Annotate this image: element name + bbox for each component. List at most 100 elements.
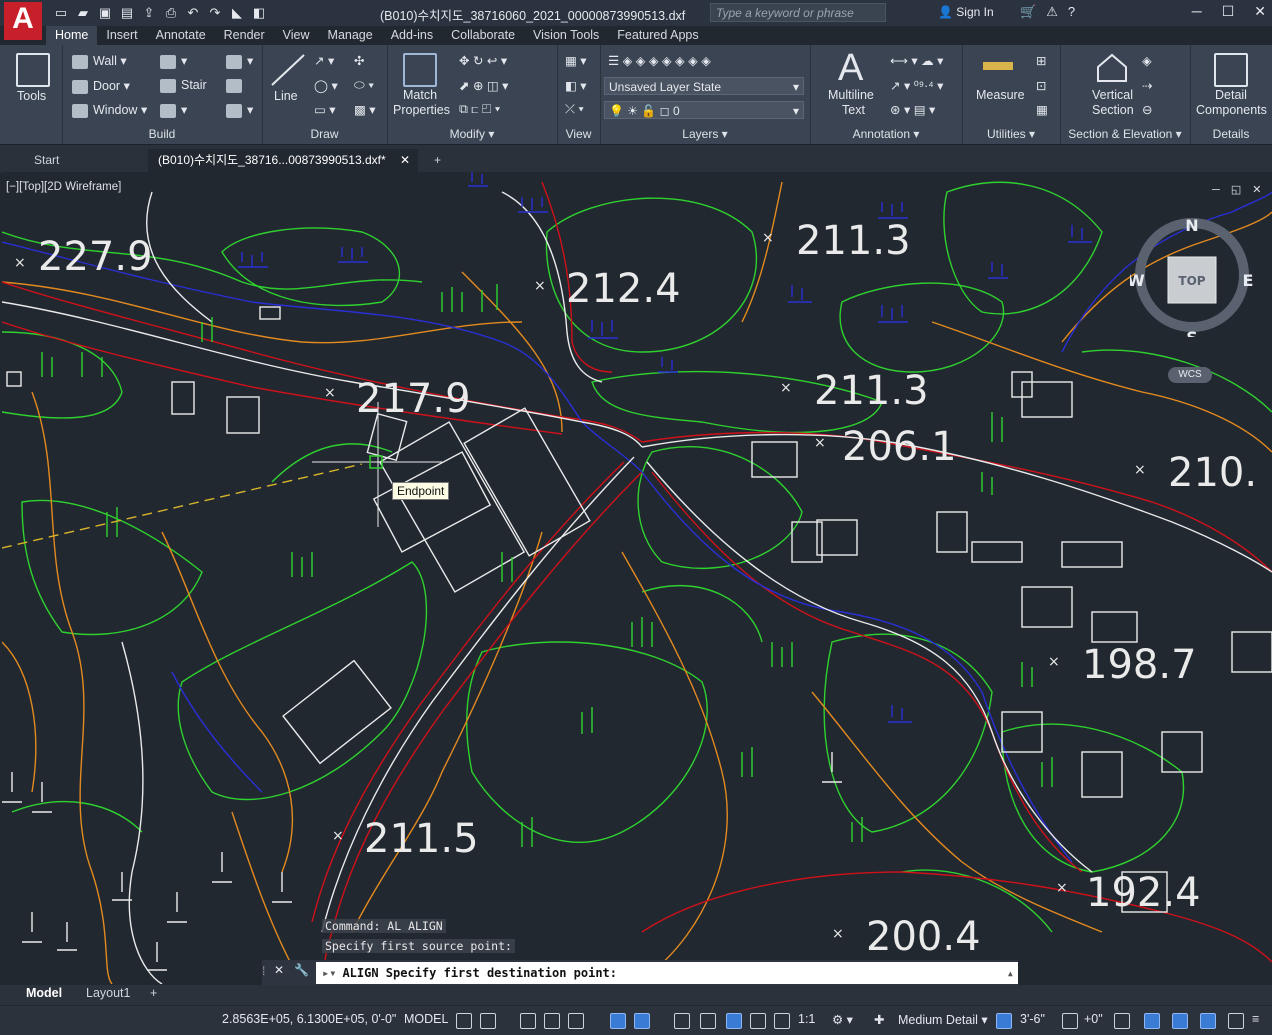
move-button[interactable]: ✥ ↻ ↩ ▾: [459, 53, 507, 68]
tab-addins[interactable]: Add-ins: [382, 26, 442, 46]
saveas-icon[interactable]: ▤: [118, 4, 136, 22]
section-tool-1[interactable]: ◈: [1142, 53, 1152, 68]
snap-icon[interactable]: [480, 1013, 496, 1029]
dc-label-1[interactable]: Detail: [1215, 88, 1247, 102]
command-input[interactable]: ▸▾ ALIGN Specify first destination point:…: [316, 962, 1018, 984]
polar-icon[interactable]: [568, 1013, 584, 1029]
tab-home[interactable]: Home: [46, 26, 98, 46]
vertical-section-icon[interactable]: [1096, 53, 1128, 83]
search-input[interactable]: Type a keyword or phrase: [710, 3, 886, 22]
compass-east[interactable]: E: [1243, 271, 1254, 290]
build-tool-4[interactable]: [226, 78, 247, 93]
window-button[interactable]: Window ▾: [72, 102, 147, 118]
drawing-canvas[interactable]: × 227.9 × 212.4 × 211.3 × 217.9 × 211.3 …: [2, 172, 1272, 984]
tab-model[interactable]: Model: [26, 986, 62, 1000]
match-label-2[interactable]: Properties: [393, 103, 450, 117]
scroll-up-icon[interactable]: ▴: [1007, 962, 1014, 984]
customize-icon[interactable]: 🔧: [294, 963, 309, 977]
multiline-text-icon[interactable]: A: [838, 47, 863, 90]
mtext-label-2[interactable]: Text: [842, 103, 865, 117]
tab-render[interactable]: Render: [215, 26, 274, 46]
model-space-button[interactable]: MODEL: [404, 1012, 448, 1026]
ortho-icon[interactable]: [544, 1013, 560, 1029]
undo-icon[interactable]: ↶: [184, 4, 202, 22]
grip-icon[interactable]: ⁞: [262, 964, 265, 978]
line-icon[interactable]: [270, 53, 306, 87]
workspace-icon[interactable]: ◣: [228, 4, 246, 22]
rectangle-button[interactable]: ▭ ▾: [314, 102, 336, 117]
hatch-button[interactable]: ▩ ▾: [354, 102, 376, 117]
match-properties-icon[interactable]: [403, 53, 437, 87]
vs-label-1[interactable]: Vertical: [1092, 88, 1133, 102]
transparency-icon[interactable]: [700, 1013, 716, 1029]
build-tool-3[interactable]: ▾: [226, 53, 253, 69]
clean-screen-icon[interactable]: [1200, 1013, 1216, 1029]
tools-button[interactable]: Tools: [17, 89, 46, 103]
close-icon[interactable]: ✕: [274, 963, 284, 977]
tab-featured-apps[interactable]: Featured Apps: [608, 26, 707, 46]
lineweight-icon[interactable]: [674, 1013, 690, 1029]
elevation-offset-value[interactable]: +0": [1084, 1012, 1103, 1026]
tools-icon[interactable]: [16, 53, 50, 87]
recent-commands-icon[interactable]: ▸▾: [316, 966, 342, 980]
viewcube-compass[interactable]: TOP N S E W: [1130, 213, 1254, 337]
hardware-accel-icon[interactable]: [1144, 1013, 1160, 1029]
view-tool-3[interactable]: ⤫ ▾: [565, 102, 584, 117]
section-tool-3[interactable]: ⊖: [1142, 102, 1152, 117]
tab-collaborate[interactable]: Collaborate: [442, 26, 524, 46]
annotation-visibility-icon[interactable]: [726, 1013, 742, 1029]
redo-icon[interactable]: ↷: [206, 4, 224, 22]
detail-components-icon[interactable]: [1214, 53, 1248, 87]
tab-vision-tools[interactable]: Vision Tools: [524, 26, 608, 46]
coordinates-readout[interactable]: 2.8563E+05, 6.1300E+05, 0'-0": [222, 1012, 396, 1026]
line-button[interactable]: Line: [274, 89, 298, 103]
annotation-scale-icon[interactable]: [774, 1013, 790, 1029]
viewport-window-controls[interactable]: ─ ◱ ✕: [1212, 183, 1266, 196]
upload-icon[interactable]: ⇪: [140, 4, 158, 22]
isodraft-icon[interactable]: [610, 1013, 626, 1029]
utility-tool-1[interactable]: ⊞: [1036, 53, 1046, 68]
close-icon[interactable]: ✕: [1254, 3, 1266, 20]
layer-tools[interactable]: ☰ ◈ ◈ ◈ ◈ ◈ ◈ ◈: [608, 53, 711, 68]
grid-icon[interactable]: [456, 1013, 472, 1029]
door-button[interactable]: Door ▾: [72, 78, 130, 94]
wall-button[interactable]: Wall ▾: [72, 53, 127, 69]
tab-annotate[interactable]: Annotate: [147, 26, 215, 46]
stair-button[interactable]: Stair: [160, 78, 207, 93]
object-snap-icon[interactable]: [634, 1013, 650, 1029]
polyline-button[interactable]: ↗ ▾: [314, 53, 334, 68]
share-icon[interactable]: ◧: [250, 4, 268, 22]
help-icon[interactable]: ?: [1068, 4, 1075, 20]
autoscale-icon[interactable]: [750, 1013, 766, 1029]
build-tool-5[interactable]: ▾: [226, 102, 253, 118]
compass-west[interactable]: W: [1130, 271, 1145, 290]
gear-icon[interactable]: ⚙ ▾: [832, 1012, 853, 1027]
vs-label-2[interactable]: Section: [1092, 103, 1134, 117]
restore-icon[interactable]: ☐: [1222, 3, 1235, 20]
wcs-menu[interactable]: WCS: [1168, 367, 1212, 383]
view-tool-2[interactable]: ◧ ▾: [565, 78, 587, 93]
circle-button[interactable]: ◯ ▾: [314, 78, 338, 93]
fullscreen-icon[interactable]: [1228, 1013, 1244, 1029]
array-button[interactable]: ⧉ ⊏ ◰ ▾: [459, 102, 500, 117]
tab-view[interactable]: View: [274, 26, 319, 46]
detail-level-select[interactable]: Medium Detail ▾: [898, 1012, 988, 1027]
tab-insert[interactable]: Insert: [97, 26, 146, 46]
dimension-button[interactable]: ⟷ ▾ ☁ ▾: [890, 53, 943, 68]
close-tab-icon[interactable]: ✕: [400, 149, 410, 171]
match-label-1[interactable]: Match: [403, 88, 437, 102]
measure-icon[interactable]: [982, 59, 1016, 73]
view-tool-1[interactable]: ▦ ▾: [565, 53, 587, 68]
a360-icon[interactable]: ⚠: [1046, 4, 1058, 20]
tab-active-drawing[interactable]: (B010)수치지도_38716...00873990513.dxf* ✕: [148, 149, 418, 173]
plus-icon[interactable]: ✚: [874, 1012, 884, 1027]
utility-tool-2[interactable]: ⊡: [1036, 78, 1046, 93]
new-tab-button[interactable]: +: [424, 149, 454, 173]
point-button[interactable]: ✣: [354, 53, 364, 68]
tab-manage[interactable]: Manage: [319, 26, 382, 46]
measure-button[interactable]: Measure: [976, 88, 1025, 102]
viewport-controls-label[interactable]: [−][Top][2D Wireframe]: [6, 181, 121, 193]
layer-state-select[interactable]: Unsaved Layer State ▾: [604, 77, 804, 95]
cut-plane-height[interactable]: 3'-6": [1020, 1012, 1045, 1026]
display-config-icon[interactable]: [1114, 1013, 1130, 1029]
